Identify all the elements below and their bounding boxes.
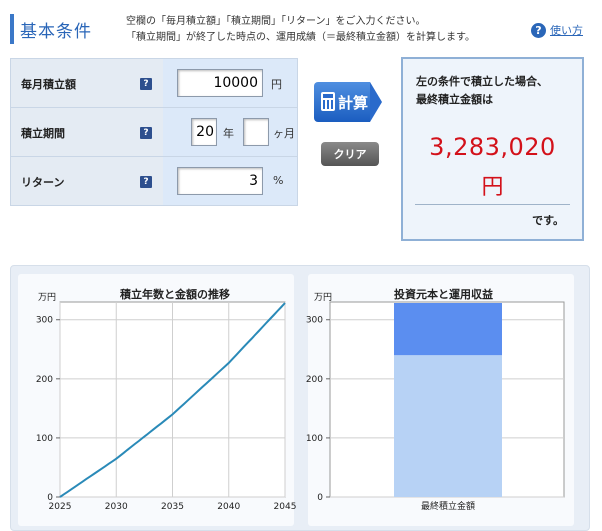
line-x-tick-label: 2025: [49, 502, 72, 512]
bar-y-tick-label: 0: [317, 493, 323, 503]
bar-gain: [394, 303, 502, 356]
line-y-tick-label: 0: [47, 493, 53, 503]
line-y-tick-label: 200: [36, 375, 53, 385]
bar-y-tick-label: 100: [306, 434, 323, 444]
line-x-tick-label: 2035: [161, 502, 184, 512]
line-y-tick-label: 300: [36, 316, 53, 326]
line-y-axis-unit: 万円: [38, 292, 56, 303]
line-x-tick-label: 2030: [105, 502, 128, 512]
line-chart: 2025 2030 2035 2040 2045 0 100 200 300 万円: [36, 292, 297, 512]
bar-category-label: 最終積立金額: [421, 500, 475, 512]
bar-principal: [394, 355, 502, 497]
bar-chart: 0 100 200 300 万円最終積立金額: [306, 292, 565, 512]
bar-y-tick-label: 200: [306, 375, 323, 385]
line-x-tick-label: 2040: [217, 502, 240, 512]
bar-y-axis-unit: 万円: [314, 292, 332, 303]
charts-svg: 2025 2030 2035 2040 2045 0 100 200 300 万円 0 100 200…: [36, 292, 565, 512]
line-x-tick-label: 2045: [274, 502, 297, 512]
bar-y-tick-label: 300: [306, 316, 323, 326]
line-y-tick-label: 100: [36, 434, 53, 444]
